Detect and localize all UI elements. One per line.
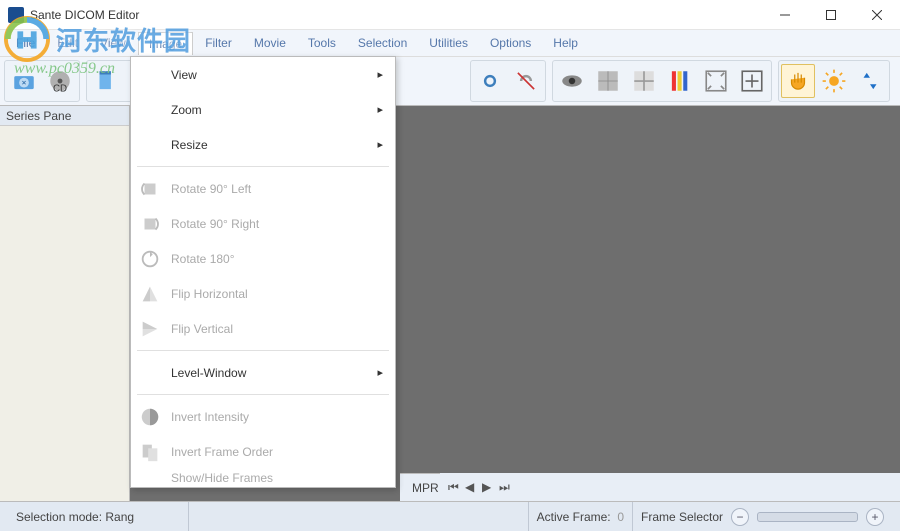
window-title: Sante DICOM Editor	[30, 8, 762, 22]
flip-h-icon	[137, 281, 163, 307]
file-button[interactable]	[89, 64, 123, 98]
image-menu-dropdown: View Zoom Resize Rotate 90° Left Rotate …	[130, 56, 396, 488]
series-pane-title: Series Pane	[0, 106, 129, 126]
rotate-left-icon	[137, 176, 163, 202]
dd-rotate-right[interactable]: Rotate 90° Right	[131, 206, 395, 241]
series-pane-body[interactable]	[0, 126, 129, 501]
dd-zoom[interactable]: Zoom	[131, 92, 395, 127]
frame-selector-label: Frame Selector	[641, 510, 723, 524]
menu-help[interactable]: Help	[543, 32, 588, 54]
dd-separator	[137, 166, 389, 167]
first-frame-button[interactable]: ⏮	[448, 480, 462, 494]
maximize-button[interactable]	[808, 0, 854, 30]
frame-plus-button[interactable]: +	[866, 508, 884, 526]
series-pane: Series Pane	[0, 106, 130, 501]
eye-button[interactable]	[555, 64, 589, 98]
menubar: File Edit View Image Filter Movie Tools …	[0, 30, 900, 56]
swap-button[interactable]	[853, 64, 887, 98]
unlink-button[interactable]	[509, 64, 543, 98]
menu-movie[interactable]: Movie	[244, 32, 296, 54]
menu-edit[interactable]: Edit	[47, 32, 88, 54]
menu-image[interactable]: Image	[138, 32, 193, 55]
menu-file[interactable]: File	[6, 32, 45, 54]
active-frame-value: 0	[617, 510, 624, 524]
menu-selection[interactable]: Selection	[348, 32, 417, 54]
dd-view[interactable]: View	[131, 57, 395, 92]
open-disc-button[interactable]: CD	[43, 64, 77, 98]
prev-frame-button[interactable]: ◀	[465, 480, 479, 494]
dd-level-window[interactable]: Level-Window	[131, 355, 395, 390]
close-button[interactable]	[854, 0, 900, 30]
frame-nav: ⏮ ◀ ▶ ⏭	[440, 473, 900, 501]
frame-minus-button[interactable]: −	[731, 508, 749, 526]
dd-show-hide-frames[interactable]: Show/Hide Frames	[131, 469, 395, 487]
open-folder-button[interactable]	[7, 64, 41, 98]
rotate-right-icon	[137, 211, 163, 237]
statusbar: Selection mode: Rang Active Frame: 0 Fra…	[0, 501, 900, 531]
pan-button[interactable]	[781, 64, 815, 98]
svg-text:CD: CD	[53, 84, 67, 94]
active-frame-label: Active Frame: 0	[528, 502, 632, 531]
minimize-button[interactable]	[762, 0, 808, 30]
dd-separator	[137, 350, 389, 351]
menu-view[interactable]: View	[90, 32, 136, 54]
next-frame-button[interactable]: ▶	[482, 480, 496, 494]
dd-invert-frame-order[interactable]: Invert Frame Order	[131, 434, 395, 469]
link-button[interactable]	[473, 64, 507, 98]
dd-separator	[137, 394, 389, 395]
frame-order-icon	[137, 439, 163, 465]
frame-slider[interactable]	[757, 512, 858, 522]
flip-v-icon	[137, 316, 163, 342]
expand-button[interactable]	[735, 64, 769, 98]
selection-mode-label: Selection mode: Rang	[8, 502, 188, 531]
dd-rotate-left[interactable]: Rotate 90° Left	[131, 171, 395, 206]
fit-button[interactable]	[699, 64, 733, 98]
color-button[interactable]	[663, 64, 697, 98]
grid-button[interactable]	[591, 64, 625, 98]
tab-mpr[interactable]: MPR	[406, 479, 445, 497]
menu-filter[interactable]: Filter	[195, 32, 242, 54]
titlebar: Sante DICOM Editor	[0, 0, 900, 30]
dd-invert-intensity[interactable]: Invert Intensity	[131, 399, 395, 434]
cross-button[interactable]	[627, 64, 661, 98]
app-icon	[8, 7, 24, 23]
tab-mpr-label: MPR	[412, 481, 439, 495]
last-frame-button[interactable]: ⏭	[499, 480, 513, 494]
menu-tools[interactable]: Tools	[298, 32, 346, 54]
dd-resize[interactable]: Resize	[131, 127, 395, 162]
brightness-button[interactable]	[817, 64, 851, 98]
invert-icon	[137, 404, 163, 430]
dd-flip-v[interactable]: Flip Vertical	[131, 311, 395, 346]
dd-flip-h[interactable]: Flip Horizontal	[131, 276, 395, 311]
dd-rotate-180[interactable]: Rotate 180°	[131, 241, 395, 276]
rotate-180-icon	[137, 246, 163, 272]
menu-utilities[interactable]: Utilities	[419, 32, 478, 54]
menu-options[interactable]: Options	[480, 32, 541, 54]
